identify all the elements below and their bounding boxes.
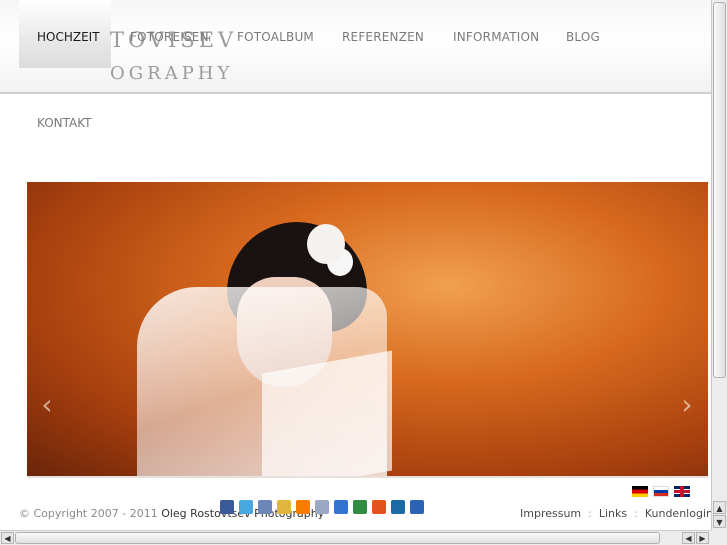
footer-links: Impressum: Links: Kundenlogin [520,507,713,520]
horizontal-scrollbar[interactable]: ◀ ◀ ▶ [0,530,711,545]
blogger-icon[interactable] [296,500,310,514]
friends-icon[interactable] [277,500,291,514]
footer-link-links[interactable]: Links [599,507,627,520]
facebook-icon[interactable] [220,500,234,514]
chevron-left-icon[interactable]: ‹ [35,390,59,420]
footer-separator: : [634,507,638,520]
de-flag-icon[interactable] [632,486,648,497]
nav-item-referenzen[interactable]: REFERENZEN [342,27,424,47]
bookmark-icon[interactable] [410,500,424,514]
scroll-right-icon[interactable]: ▶ [696,532,709,544]
gb-flag-icon[interactable] [674,486,690,497]
footer-link-kundenlogin[interactable]: Kundenlogin [645,507,713,520]
nav-label: HOCHZEIT [37,30,100,44]
image-slider[interactable]: ‹ › [27,182,708,478]
nav-item-hochzeit[interactable]: HOCHZEIT [19,0,111,68]
header: HOCHZEIT TOVISEV OGRAPHY FOTOREISEN FOTO… [0,0,711,94]
photo-flower [307,224,345,264]
rss-icon[interactable] [372,500,386,514]
footer-link-impressum[interactable]: Impressum [520,507,581,520]
share-icon[interactable] [315,500,329,514]
nav-item-information[interactable]: INFORMATION [453,27,539,47]
horizontal-scroll-thumb[interactable] [15,532,660,544]
linkedin-icon[interactable] [391,500,405,514]
scroll-left-icon[interactable]: ◀ [1,532,14,544]
google-icon[interactable] [353,500,367,514]
ru-flag-icon[interactable] [653,486,669,497]
footer-separator: : [588,507,592,520]
nav-item-kontakt[interactable]: KONTAKT [37,116,92,130]
scrollbar-corner [711,530,727,545]
vertical-scrollbar[interactable]: ▲ ▼ [711,0,727,530]
nav-item-fotoalbum[interactable]: FOTOALBUM [237,27,314,47]
logo-line-2: OGRAPHY [110,63,234,84]
scroll-up-icon[interactable]: ▲ [713,501,726,514]
copyright-prefix: © Copyright 2007 - 2011 [19,507,158,520]
myspace-icon[interactable] [258,500,272,514]
language-flags [632,486,695,500]
chevron-right-icon[interactable]: › [675,390,699,420]
twitter-icon[interactable] [239,500,253,514]
delicious-icon[interactable] [334,500,348,514]
scroll-left-icon[interactable]: ◀ [682,532,695,544]
scroll-down-icon[interactable]: ▼ [713,515,726,528]
nav-item-fotoreisen[interactable]: FOTOREISEN [130,27,209,47]
nav-item-blog[interactable]: BLOG [566,27,600,47]
vertical-scroll-thumb[interactable] [713,2,726,378]
photo-veil-fold [262,350,392,478]
social-bar [220,500,429,518]
